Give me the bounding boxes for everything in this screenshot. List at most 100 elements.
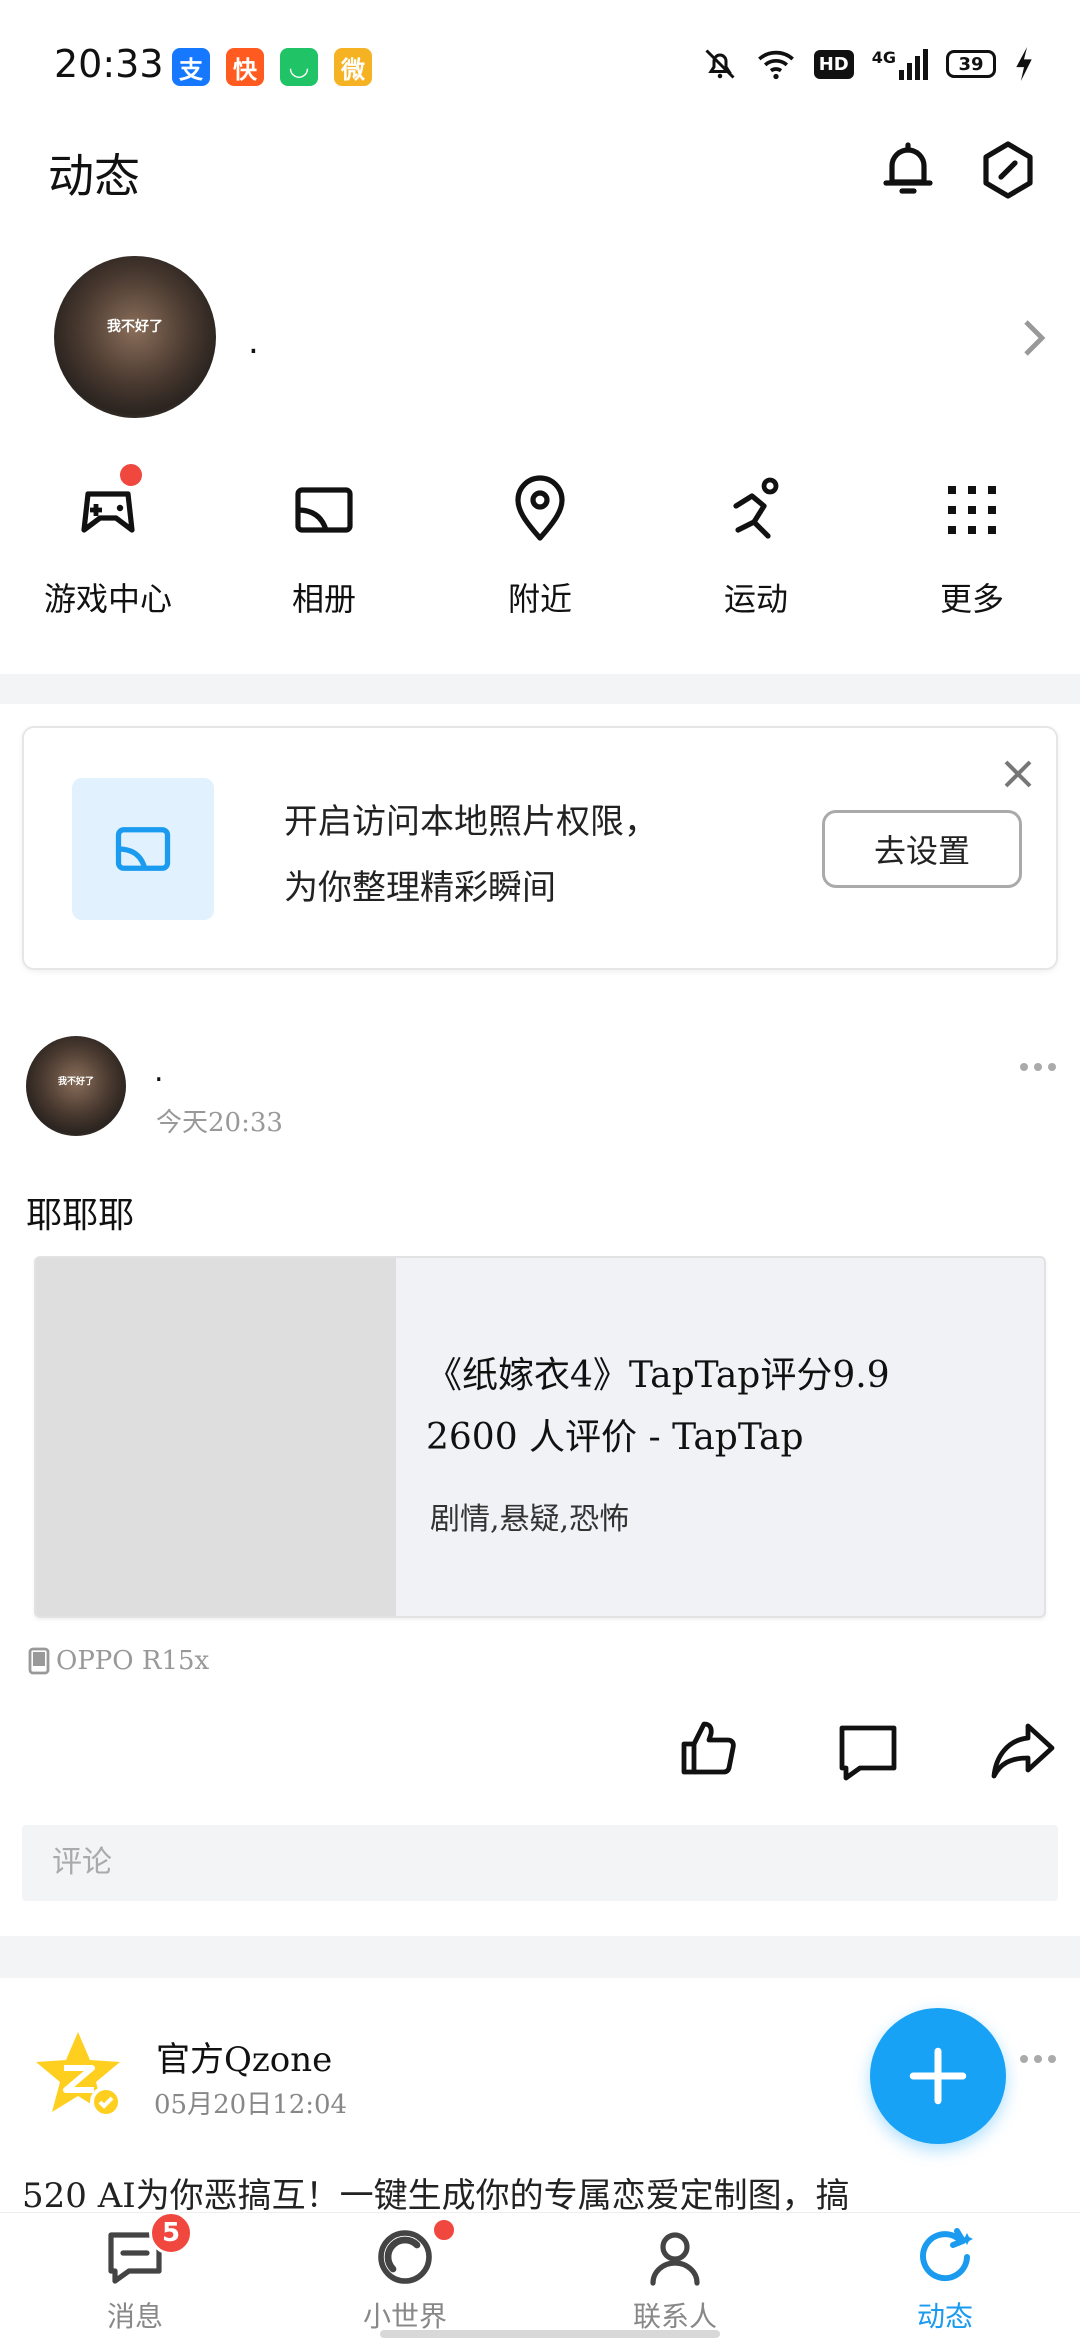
shortcut-label: 游戏中心 — [43, 580, 172, 618]
charging-icon — [1016, 47, 1032, 81]
nav-tab-contacts[interactable]: 联系人 — [540, 2213, 810, 2340]
photo-permission-icon — [72, 778, 214, 920]
shortcut-sports[interactable]: 运动 — [648, 470, 864, 620]
more-dots-icon — [1020, 1063, 1056, 1071]
bell-icon — [883, 142, 933, 194]
location-pin-icon — [500, 470, 580, 550]
battery-icon: 39 — [946, 50, 996, 78]
photo-permission-card: 开启访问本地照片权限， 为你整理精彩瞬间 去设置 — [22, 726, 1058, 970]
notification-dot — [431, 2217, 457, 2243]
notification-dot — [120, 464, 142, 486]
system-icons: HD 4G 39 — [702, 46, 1034, 82]
shortcut-game-center[interactable]: 游戏中心 — [0, 464, 216, 620]
link-title-line1: 《纸嫁衣4》TapTap评分9.9 — [426, 1355, 890, 1396]
nav-label: 小世界 — [362, 2300, 447, 2333]
feed-refresh-icon — [913, 2225, 977, 2289]
close-card-button[interactable] — [998, 754, 1038, 794]
post-author[interactable]: . — [154, 1054, 164, 1089]
post-avatar[interactable]: 我不好了 — [26, 1036, 126, 1136]
bottom-nav: 5 消息 小世界 联系人 动态 — [0, 2211, 1080, 2340]
post-author[interactable]: 官方Qzone — [156, 2032, 332, 2081]
share-arrow-icon — [991, 1723, 1055, 1779]
post-time: 今天20:33 — [156, 1108, 283, 1138]
signal-icon: 4G — [872, 48, 928, 80]
comment-icon — [839, 1725, 897, 1781]
chevron-right-icon — [1024, 320, 1046, 356]
album-icon — [284, 470, 364, 550]
feed-post: 我不好了 . 今天20:33 耶耶耶 《纸嫁衣4》TapTap评分9.9 260… — [0, 1010, 1080, 1910]
shortcut-grid: 游戏中心 相册 附近 运动 更多 — [0, 464, 1080, 650]
alipay-icon: 支 — [172, 48, 210, 86]
create-post-button[interactable] — [870, 2008, 1006, 2144]
post-text: 耶耶耶 — [26, 1195, 135, 1236]
settings-button[interactable] — [976, 138, 1040, 202]
status-bar: 20:33 支 快 ◡ 微 HD 4G 39 — [0, 0, 1080, 130]
qzone-star-icon — [36, 2032, 122, 2118]
nav-tab-feed[interactable]: 动态 — [810, 2213, 1080, 2340]
nav-label: 消息 — [106, 2300, 163, 2333]
post-more-button[interactable] — [1018, 2050, 1058, 2069]
shortcut-album[interactable]: 相册 — [216, 470, 432, 620]
permission-text-line1: 开启访问本地照片权限， — [284, 802, 658, 842]
link-tags: 剧情,悬疑,恐怖 — [430, 1502, 630, 1537]
nav-tab-messages[interactable]: 5 消息 — [0, 2211, 270, 2340]
avatar-caption: 我不好了 — [57, 1077, 94, 1087]
thumbs-up-icon — [681, 1721, 736, 1775]
grid-dots-icon — [932, 470, 1012, 550]
nav-label: 联系人 — [632, 2300, 717, 2333]
profile-name: . — [248, 322, 259, 362]
shortcut-more[interactable]: 更多 — [864, 470, 1080, 620]
header: 动态 — [0, 130, 1080, 250]
comment-input[interactable]: 评论 — [22, 1825, 1058, 1901]
post-time: 05月20日12:04 — [154, 2090, 348, 2120]
permission-text-line2: 为你整理精彩瞬间 — [284, 868, 556, 908]
nav-tab-small-world[interactable]: 小世界 — [270, 2213, 540, 2340]
shared-link-card[interactable]: 《纸嫁衣4》TapTap评分9.9 2600 人评价 - TapTap 剧情,悬… — [34, 1256, 1046, 1618]
close-icon — [1004, 760, 1032, 788]
hexagon-settings-icon — [983, 141, 1033, 199]
more-dots-icon — [1020, 2055, 1056, 2063]
section-divider — [0, 1936, 1080, 1978]
shortcut-label: 附近 — [507, 580, 572, 618]
device-name: OPPO R15x — [56, 1646, 210, 1676]
notification-bell-button[interactable] — [876, 138, 940, 202]
gamepad-icon — [68, 464, 148, 550]
qzone-logo[interactable] — [30, 2026, 126, 2122]
running-icon — [716, 470, 796, 550]
wifi-icon — [757, 50, 794, 80]
link-thumbnail — [36, 1258, 396, 1616]
nav-label: 动态 — [916, 2300, 973, 2333]
mini-app-icon: ◡ — [280, 48, 318, 86]
unread-badge: 5 — [149, 2211, 193, 2255]
kuaishou-icon: 快 — [226, 48, 264, 86]
page-title: 动态 — [48, 149, 140, 203]
share-button[interactable] — [990, 1720, 1056, 1784]
notification-app-icons: 支 快 ◡ 微 — [172, 48, 372, 86]
post-more-button[interactable] — [1018, 1058, 1058, 1077]
shortcut-nearby[interactable]: 附近 — [432, 470, 648, 620]
like-button[interactable] — [676, 1716, 740, 1784]
avatar-caption: 我不好了 — [107, 319, 163, 335]
network-type: 4G — [871, 48, 896, 67]
phone-icon — [28, 1647, 50, 1675]
mute-bell-icon — [705, 49, 735, 79]
contacts-icon — [643, 2225, 707, 2289]
shortcut-label: 相册 — [291, 580, 356, 618]
weibo-icon: 微 — [334, 48, 372, 86]
section-divider — [0, 674, 1080, 704]
message-icon: 5 — [103, 2211, 193, 2289]
small-world-icon — [373, 2217, 457, 2289]
hd-icon: HD — [813, 49, 854, 79]
status-time: 20:33 — [54, 42, 164, 86]
home-indicator[interactable] — [380, 2330, 720, 2338]
profile-row[interactable]: 我不好了 . — [0, 250, 1080, 430]
post-text: 520 AI为你恶搞互！一键生成你的专属恋爱定制图，搞 — [22, 2176, 850, 2214]
comment-button[interactable] — [836, 1722, 900, 1786]
album-icon — [115, 827, 171, 871]
go-settings-button[interactable]: 去设置 — [822, 810, 1022, 888]
device-info: OPPO R15x — [28, 1646, 209, 1676]
spacer — [0, 978, 1080, 982]
link-title-line2: 2600 人评价 - TapTap — [426, 1417, 804, 1458]
shortcut-label: 更多 — [939, 580, 1004, 618]
avatar[interactable]: 我不好了 — [54, 256, 216, 418]
